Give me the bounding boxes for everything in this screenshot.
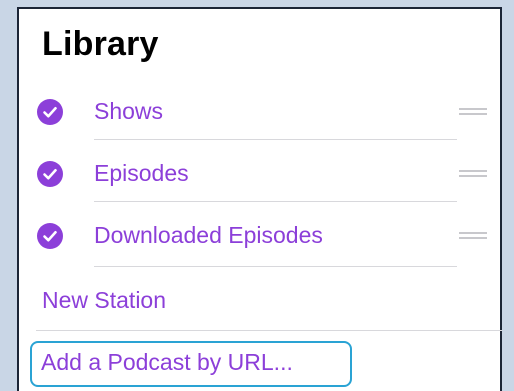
library-panel: Library Shows Episodes Downloaded Episod… (17, 7, 502, 391)
library-item-label: Episodes (94, 160, 189, 186)
reorder-handle-icon[interactable] (459, 108, 487, 118)
page-title: Library (42, 25, 159, 63)
library-item-downloaded-episodes[interactable]: Downloaded Episodes (19, 205, 502, 267)
checkmark-icon[interactable] (37, 223, 63, 249)
new-station-button[interactable]: New Station (42, 287, 166, 314)
divider (36, 330, 502, 331)
divider (94, 139, 457, 140)
divider (94, 266, 457, 267)
add-podcast-by-url-button[interactable]: Add a Podcast by URL... (41, 349, 293, 376)
reorder-handle-icon[interactable] (459, 232, 487, 242)
library-item-episodes[interactable]: Episodes (19, 143, 502, 205)
reorder-handle-icon[interactable] (459, 170, 487, 180)
screenshot-frame: Library Shows Episodes Downloaded Episod… (0, 0, 514, 391)
checkmark-icon[interactable] (37, 99, 63, 125)
library-item-shows[interactable]: Shows (19, 81, 502, 143)
divider (94, 201, 457, 202)
library-item-label: Downloaded Episodes (94, 222, 323, 248)
library-item-label: Shows (94, 98, 164, 124)
checkmark-icon[interactable] (37, 161, 63, 187)
